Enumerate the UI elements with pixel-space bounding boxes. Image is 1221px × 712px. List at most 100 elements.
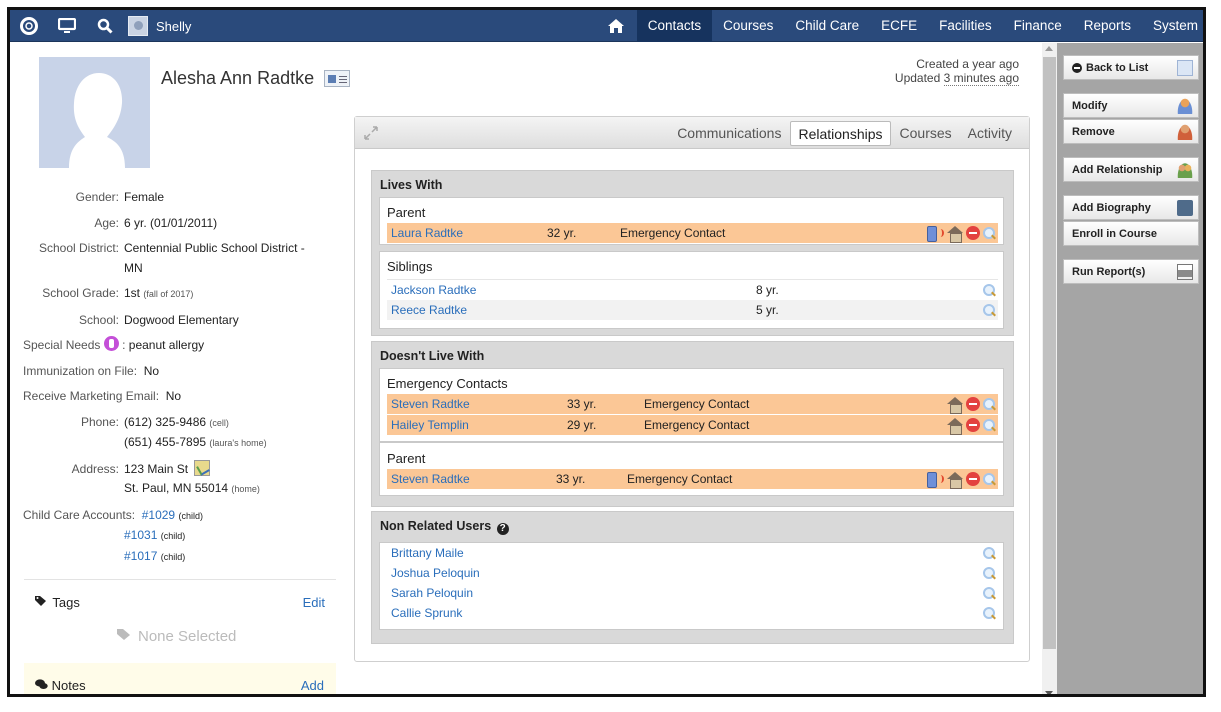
table-row[interactable]: Steven Radtke 33 yr. Emergency Contact: [387, 394, 998, 414]
modify-button[interactable]: Modify: [1063, 93, 1199, 118]
monitor-icon[interactable]: [48, 10, 86, 42]
expand-icon[interactable]: [363, 125, 379, 141]
profile-photo[interactable]: [39, 57, 150, 168]
tab-communications[interactable]: Communications: [670, 121, 788, 146]
table-row[interactable]: Steven Radtke 33 yr. Emergency Contact: [387, 469, 998, 489]
top-navigation: Shelly Contacts Courses Child Care ECFE …: [10, 10, 1203, 42]
vertical-scrollbar[interactable]: [1042, 43, 1057, 694]
home-icon[interactable]: [595, 10, 637, 42]
scroll-up-arrow[interactable]: [1045, 46, 1053, 51]
child-care-label: Child Care Accounts:: [23, 507, 136, 522]
home-icon[interactable]: [946, 471, 964, 489]
view-icon[interactable]: [982, 303, 996, 317]
view-icon[interactable]: [982, 397, 996, 411]
remove-icon[interactable]: [966, 226, 980, 240]
remove-icon[interactable]: [966, 418, 980, 432]
phone-icon[interactable]: [926, 471, 944, 488]
nav-child-care[interactable]: Child Care: [784, 10, 870, 42]
phone-icon[interactable]: [926, 225, 944, 242]
vcard-icon[interactable]: [324, 70, 351, 87]
tab-activity[interactable]: Activity: [961, 121, 1019, 146]
table-row[interactable]: Hailey Templin 29 yr. Emergency Contact: [387, 415, 998, 435]
add-biography-button[interactable]: Add Biography: [1063, 195, 1199, 220]
person-name-link[interactable]: Sarah Peloquin: [391, 583, 473, 603]
person-name-link[interactable]: Steven Radtke: [391, 469, 470, 489]
person-name-link[interactable]: Jackson Radtke: [391, 280, 476, 300]
view-icon[interactable]: [982, 283, 996, 297]
remove-button[interactable]: Remove: [1063, 119, 1199, 144]
person-age: 8 yr.: [756, 283, 779, 297]
address-note: (home): [231, 484, 260, 494]
person-name-link[interactable]: Brittany Maile: [391, 543, 464, 563]
cc-account-3-num[interactable]: #1017: [124, 549, 157, 563]
remove-label: Remove: [1072, 125, 1115, 138]
help-icon[interactable]: [10, 10, 48, 42]
cc-account-1[interactable]: #1029 (child): [142, 506, 203, 527]
cc-account-2-num[interactable]: #1031: [124, 528, 157, 542]
nav-ecfe[interactable]: ECFE: [870, 10, 928, 42]
scroll-thumb[interactable]: [1043, 57, 1056, 649]
notes-section: Notes Add: [24, 663, 336, 694]
cc-account-2[interactable]: #1031 (child): [124, 526, 185, 547]
help-question-icon[interactable]: ?: [496, 523, 509, 535]
person-name-link[interactable]: Hailey Templin: [391, 415, 469, 435]
person-name-link[interactable]: Reece Radtke: [391, 300, 467, 320]
table-row[interactable]: Jackson Radtke 8 yr.: [387, 279, 998, 299]
enroll-in-course-button[interactable]: Enroll in Course: [1063, 221, 1199, 246]
view-icon[interactable]: [982, 226, 996, 240]
table-row[interactable]: Sarah Peloquin: [387, 583, 998, 603]
map-icon[interactable]: [194, 459, 211, 476]
nav-finance[interactable]: Finance: [1003, 10, 1073, 42]
person-name-link[interactable]: Steven Radtke: [391, 394, 470, 414]
cc-account-1-num[interactable]: #1029: [142, 508, 175, 522]
contact-name-text: Alesha Ann Radtke: [161, 68, 315, 88]
home-icon[interactable]: [946, 225, 964, 243]
remove-icon[interactable]: [966, 397, 980, 411]
table-row[interactable]: Brittany Maile: [387, 543, 998, 563]
tags-edit-link[interactable]: Edit: [303, 595, 325, 610]
table-row[interactable]: Laura Radtke 32 yr. Emergency Contact: [387, 223, 998, 243]
notes-add-link[interactable]: Add: [301, 678, 324, 693]
back-to-list-button[interactable]: Back to List: [1063, 55, 1199, 80]
tags-section: Tags Edit: [35, 595, 325, 610]
modify-label: Modify: [1072, 99, 1108, 112]
special-needs-value: peanut allergy: [128, 338, 205, 352]
table-row[interactable]: Reece Radtke 5 yr.: [387, 300, 998, 320]
tab-courses[interactable]: Courses: [893, 121, 959, 146]
siblings-box: Siblings Jackson Radtke 8 yr. Reece Radt…: [379, 251, 1004, 329]
nav-contacts[interactable]: Contacts: [636, 10, 713, 42]
tabs: Communications Relationships Courses Act…: [668, 121, 1019, 146]
view-icon[interactable]: [982, 546, 996, 560]
special-needs-icon[interactable]: [103, 336, 119, 351]
person-age: 29 yr.: [567, 418, 597, 432]
age-value: 6 yr. (01/01/2011): [124, 215, 218, 230]
home-icon[interactable]: [946, 396, 964, 414]
view-icon[interactable]: [982, 472, 996, 486]
person-name-link[interactable]: Laura Radtke: [391, 223, 463, 243]
nav-courses[interactable]: Courses: [712, 10, 784, 42]
view-icon[interactable]: [982, 586, 996, 600]
scroll-down-arrow[interactable]: [1045, 691, 1053, 694]
add-relationship-button[interactable]: Add Relationship: [1063, 157, 1199, 182]
district-value: Centennial Public School District - MN: [124, 241, 305, 275]
cc-account-3[interactable]: #1017 (child): [124, 547, 185, 568]
nav-system[interactable]: System: [1142, 10, 1203, 42]
row-actions: [946, 396, 996, 414]
view-icon[interactable]: [982, 418, 996, 432]
table-row[interactable]: Joshua Peloquin: [387, 563, 998, 583]
user-menu[interactable]: Shelly: [124, 10, 201, 42]
nav-facilities[interactable]: Facilities: [928, 10, 1003, 42]
person-name-link[interactable]: Callie Sprunk: [391, 603, 462, 623]
run-reports-button[interactable]: Run Report(s): [1063, 259, 1199, 284]
view-icon[interactable]: [982, 566, 996, 580]
person-name-link[interactable]: Joshua Peloquin: [391, 563, 480, 583]
nav-reports[interactable]: Reports: [1073, 10, 1142, 42]
remove-icon[interactable]: [966, 472, 980, 486]
search-icon[interactable]: [86, 10, 124, 42]
divider: [24, 579, 336, 580]
table-row[interactable]: Callie Sprunk: [387, 603, 998, 623]
home-icon[interactable]: [946, 417, 964, 435]
tab-relationships[interactable]: Relationships: [790, 121, 891, 146]
user-name: Shelly: [156, 18, 192, 34]
view-icon[interactable]: [982, 606, 996, 620]
